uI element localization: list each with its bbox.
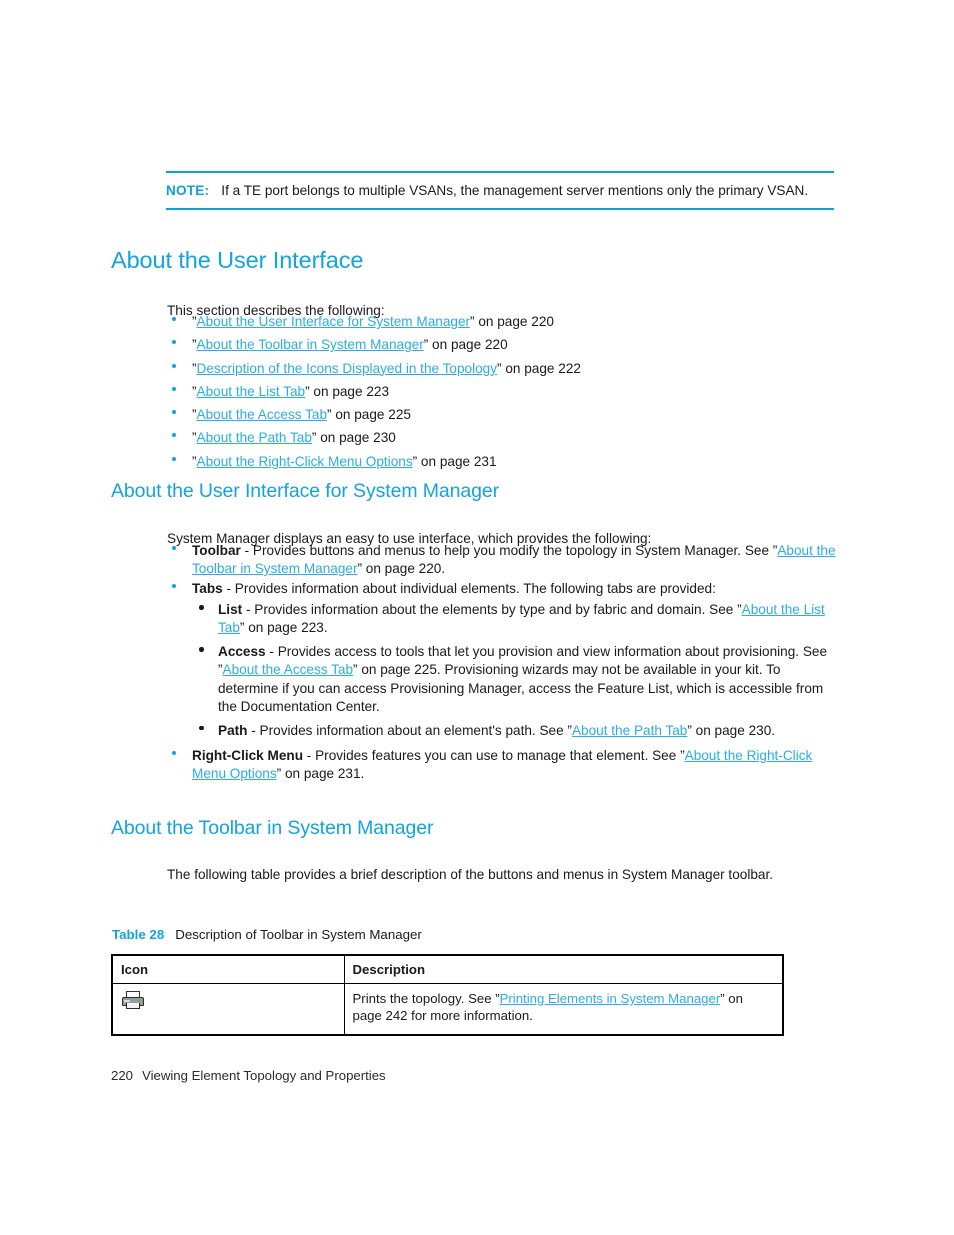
bullet-icon (172, 584, 176, 589)
bullet-icon (172, 386, 176, 391)
page-reference: on page 230 (316, 430, 396, 446)
table-header-row: Icon Description (111, 954, 784, 985)
list-item-access-tab: Access - Provides access to tools that l… (192, 643, 837, 715)
term-tabs: Tabs (192, 581, 223, 597)
list-item: ”About the User Interface for System Man… (167, 313, 832, 331)
printer-icon (122, 991, 144, 1010)
note-label: NOTE: (166, 183, 210, 198)
page-reference: on page 222 (501, 360, 581, 376)
bullet-icon (199, 647, 204, 652)
right-click-description-before: - Provides features you can use to manag… (303, 747, 685, 763)
tabs-description: - Provides information about individual … (222, 581, 716, 597)
page-reference: on page 220 (474, 314, 554, 329)
tabs-sublist: List - Provides information about the el… (192, 601, 837, 740)
cell-icon (111, 983, 345, 1036)
table-caption: Table 28 Description of Toolbar in System… (112, 927, 422, 942)
link-about-the-access-tab[interactable]: About the Access Tab (223, 662, 354, 677)
description-text-before: Prints the topology. See ” (352, 991, 500, 1007)
page-reference: on page 220 (428, 337, 508, 353)
path-tab-description-after: ” on page 230. (687, 722, 776, 738)
page-reference: on page 231 (417, 453, 497, 469)
list-item: ”About the Toolbar in System Manager” on… (167, 336, 832, 354)
bullet-icon (199, 725, 204, 730)
list-item: ”About the Access Tab” on page 225 (167, 406, 832, 424)
page-reference: on page 225 (331, 407, 411, 423)
bullet-icon (172, 750, 176, 755)
toolbar-intro-paragraph: The following table provides a brief des… (167, 866, 774, 882)
heading-about-the-user-interface: About the User Interface (111, 247, 364, 273)
list-item-tabs: Tabs - Provides information about indivi… (167, 580, 837, 740)
list-item-path-tab: Path - Provides information about an ele… (192, 722, 837, 740)
heading-about-the-toolbar-in-system-manager: About the Toolbar in System Manager (111, 817, 434, 839)
footer-chapter-title: Viewing Element Topology and Properties (142, 1068, 386, 1083)
toolbar-description-table: Icon Description Prints the topology. Se… (111, 954, 784, 1037)
table-number: Table 28 (112, 927, 165, 942)
bullet-icon (199, 605, 204, 610)
link-about-the-list-tab[interactable]: About the List Tab (197, 384, 306, 399)
link-about-the-right-click-menu-options[interactable]: About the Right-Click Menu Options (197, 454, 413, 469)
bullet-icon (172, 456, 176, 461)
bullet-icon (172, 546, 176, 551)
toolbar-description-before: - Provides buttons and menus to help you… (240, 543, 778, 558)
list-item: ”About the Path Tab” on page 230 (167, 429, 832, 447)
table-title: Description of Toolbar in System Manager (175, 927, 422, 942)
term-toolbar: Toolbar (192, 543, 241, 558)
link-description-of-the-icons-displayed-in-the-topology[interactable]: Description of the Icons Displayed in th… (197, 361, 498, 376)
term-access: Access (218, 644, 266, 660)
note-body: NOTE: If a TE port belongs to multiple VS… (166, 173, 834, 208)
document-page: NOTE: If a TE port belongs to multiple VS… (0, 0, 954, 1235)
link-printing-elements-in-system-manager[interactable]: Printing Elements in System Manager (500, 991, 721, 1006)
bullet-icon (172, 317, 176, 322)
heading-about-the-user-interface-for-system-manager: About the User Interface for System Mana… (111, 480, 500, 502)
bullet-icon (172, 410, 176, 415)
system-manager-features-list: Toolbar - Provides buttons and menus to … (167, 542, 837, 785)
path-tab-description-before: - Provides information about an element'… (247, 722, 572, 738)
toolbar-description-after: ” on page 220. (357, 561, 446, 577)
bullet-icon (172, 433, 176, 438)
link-about-the-access-tab[interactable]: About the Access Tab (197, 407, 328, 422)
list-item: ”Description of the Icons Displayed in t… (167, 360, 832, 378)
term-path: Path (218, 722, 248, 738)
link-about-the-path-tab[interactable]: About the Path Tab (572, 723, 687, 738)
page-footer: 220 Viewing Element Topology and Properti… (111, 1068, 386, 1083)
note-text: If a TE port belongs to multiple VSANs, … (221, 183, 809, 198)
term-list: List (218, 602, 243, 618)
link-about-the-toolbar-in-system-manager[interactable]: About the Toolbar in System Manager (197, 337, 424, 352)
list-item-right-click-menu: Right-Click Menu - Provides features you… (167, 747, 837, 783)
note-callout: NOTE: If a TE port belongs to multiple VS… (166, 171, 834, 210)
about-ui-cross-reference-list: ”About the User Interface for System Man… (167, 313, 832, 476)
list-item-list-tab: List - Provides information about the el… (192, 601, 837, 637)
list-item: ”About the Right-Click Menu Options” on … (167, 453, 832, 471)
note-bottom-rule (166, 207, 834, 210)
column-header-description: Description (343, 954, 784, 985)
list-tab-description-after: ” on page 223. (239, 620, 328, 636)
right-click-description-after: ” on page 231. (276, 765, 365, 781)
list-item: ”About the List Tab” on page 223 (167, 383, 832, 401)
bullet-icon (172, 340, 176, 345)
list-tab-description-before: - Provides information about the element… (242, 602, 742, 618)
page-reference: on page 223 (309, 383, 390, 399)
bullet-icon (172, 363, 176, 368)
column-header-icon: Icon (111, 954, 345, 985)
footer-page-number: 220 (111, 1068, 134, 1083)
table-row: Prints the topology. See ”Printing Eleme… (111, 983, 784, 1036)
term-right-click-menu: Right-Click Menu (192, 747, 304, 763)
list-item-toolbar: Toolbar - Provides buttons and menus to … (167, 542, 837, 578)
cell-description: Prints the topology. See ”Printing Eleme… (343, 983, 784, 1036)
link-about-the-path-tab[interactable]: About the Path Tab (197, 430, 312, 445)
link-about-the-user-interface-for-system-manager[interactable]: About the User Interface for System Mana… (197, 314, 471, 329)
